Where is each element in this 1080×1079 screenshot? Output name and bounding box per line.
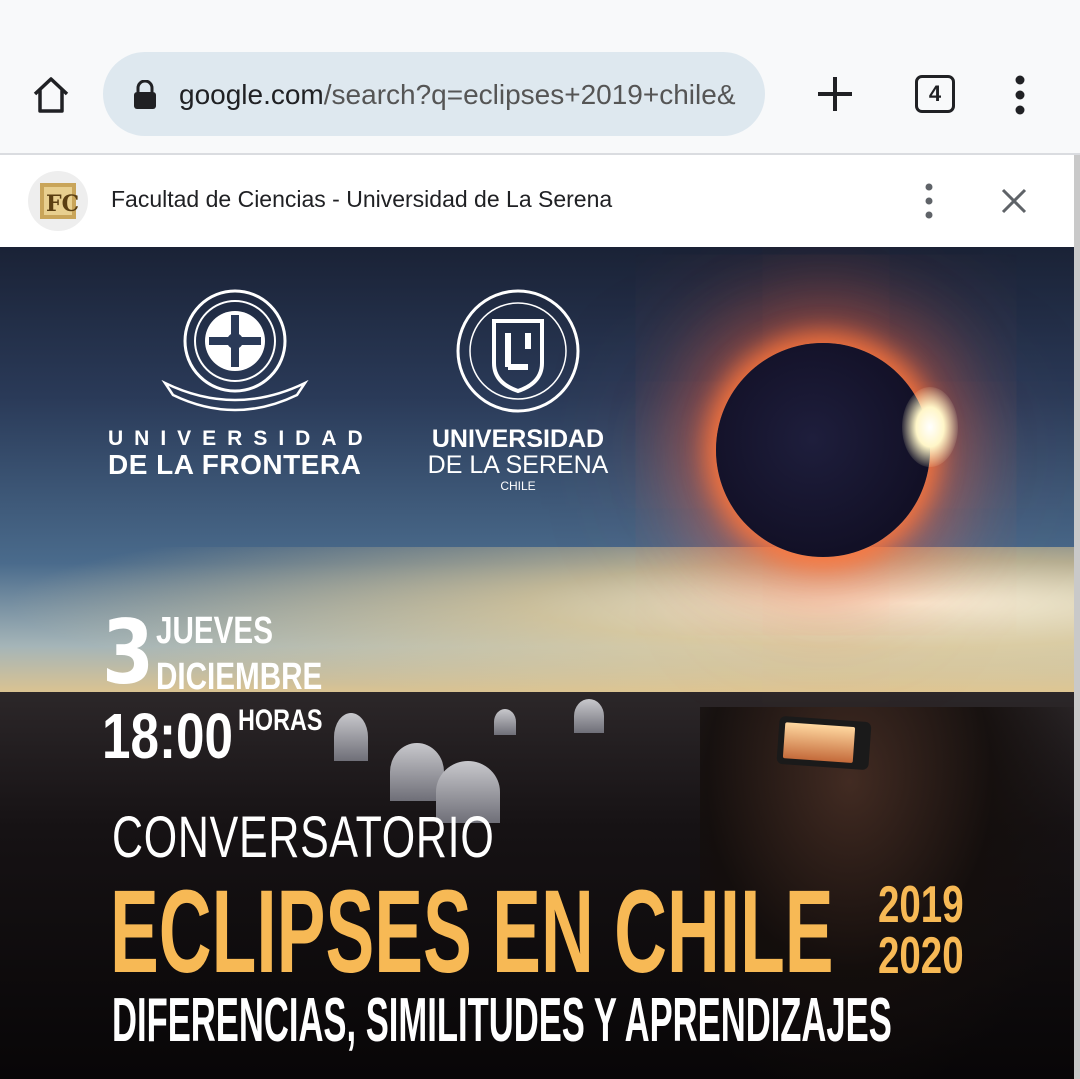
- event-weekday: JUEVES: [156, 610, 273, 652]
- ufro-name-line1: UNIVERSIDAD: [108, 427, 374, 450]
- observatory-dome: [334, 713, 368, 761]
- address-bar[interactable]: google.com/search?q=eclipses+2019+chile&: [103, 52, 765, 136]
- faculty-logo-icon: FC: [40, 183, 78, 219]
- tab-switcher-button[interactable]: 4: [915, 75, 955, 113]
- home-button[interactable]: [28, 72, 74, 118]
- logo-universidad-de-la-frontera: UNIVERSIDAD DE LA FRONTERA: [108, 287, 368, 487]
- observatory-dome: [494, 709, 516, 735]
- uls-name-line2: DE LA SERENA: [427, 451, 609, 479]
- event-title: ECLIPSES EN CHILE: [110, 866, 834, 998]
- event-time-unit: HORAS: [238, 704, 323, 737]
- page-scrollbar[interactable]: [1074, 155, 1080, 1079]
- url-text: google.com/search?q=eclipses+2019+chile&: [179, 77, 759, 113]
- event-month: DICIEMBRE: [156, 656, 323, 698]
- tab-count: 4: [928, 81, 942, 106]
- event-subtitle: DIFERENCIAS, SIMILITUDES Y APRENDIZAJES: [112, 986, 892, 1055]
- lock-icon: [134, 80, 156, 109]
- browser-toolbar: google.com/search?q=eclipses+2019+chile&…: [0, 0, 1080, 154]
- uls-emblem-icon: [456, 289, 580, 413]
- uls-name-line1: UNIVERSIDAD: [431, 425, 605, 453]
- more-vert-icon[interactable]: [1004, 74, 1036, 116]
- event-day: 3: [102, 601, 155, 704]
- more-vert-icon[interactable]: [914, 181, 944, 221]
- smartphone-image: [776, 715, 872, 771]
- url-host: google.com: [179, 79, 324, 110]
- phone-screen: [782, 722, 856, 764]
- logo-universidad-de-la-serena: UNIVERSIDAD DE LA SERENA CHILE: [426, 287, 610, 507]
- event-year-1: 2019: [878, 876, 964, 934]
- site-favicon: FC: [28, 171, 88, 231]
- ufro-emblem-icon: [161, 289, 309, 412]
- diamond-ring-flare: [902, 387, 958, 467]
- new-tab-button[interactable]: [813, 72, 857, 116]
- close-icon[interactable]: [994, 181, 1034, 221]
- event-time: 18:00: [102, 700, 233, 772]
- event-poster: UNIVERSIDAD DE LA FRONTERA UNIVERSIDAD D…: [0, 247, 1074, 1079]
- ufro-name-line2: DE LA FRONTERA: [108, 449, 362, 480]
- url-path: /search?q=eclipses+2019+chile&: [323, 79, 736, 110]
- site-info-bar: FC Facultad de Ciencias - Universidad de…: [0, 155, 1074, 247]
- observatory-dome: [574, 699, 604, 733]
- site-title: Facultad de Ciencias - Universidad de La…: [111, 186, 613, 212]
- event-type: CONVERSATORIO: [112, 805, 495, 870]
- uls-name-line3: CHILE: [500, 479, 536, 493]
- favicon-letters: FC: [46, 191, 78, 217]
- solar-eclipse-image: [716, 343, 930, 557]
- home-icon: [33, 77, 69, 113]
- event-year-2: 2020: [878, 927, 964, 985]
